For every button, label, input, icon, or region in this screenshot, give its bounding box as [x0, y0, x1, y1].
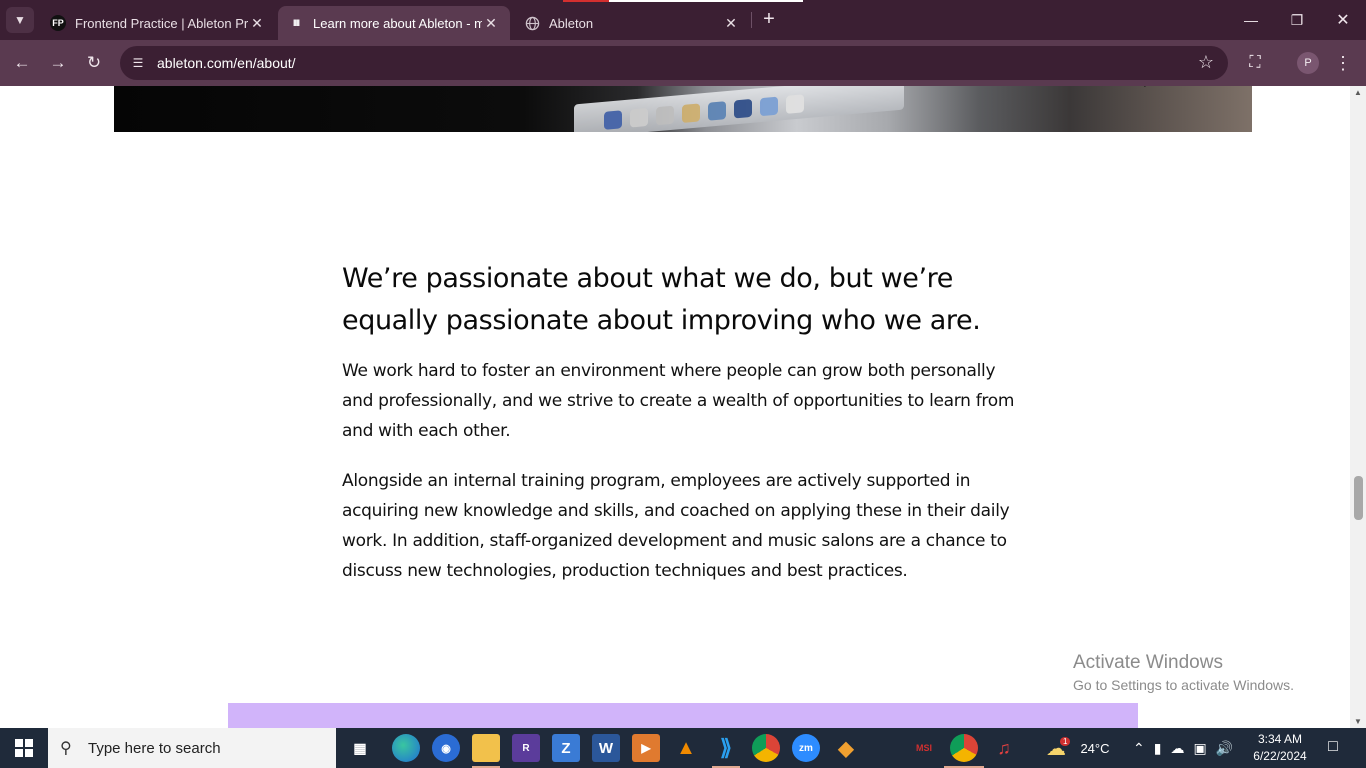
chevron-up-icon[interactable]: ⌃	[1133, 740, 1145, 757]
minimize-icon[interactable]: —	[1228, 0, 1274, 40]
tab-search-chevron-icon[interactable]: ▼	[6, 7, 34, 33]
watermark-subtitle: Go to Settings to activate Windows.	[1073, 677, 1294, 693]
address-bar[interactable]: ☰ ableton.com/en/about/ ☆	[120, 46, 1228, 80]
forward-arrow-icon[interactable]: →	[46, 51, 70, 75]
hero-image	[114, 86, 1252, 132]
git-icon[interactable]: ◆	[832, 734, 860, 762]
weather-widget[interactable]: ☁ 1 24°C	[1046, 728, 1110, 768]
media-player-icon[interactable]: ▶	[632, 734, 660, 762]
bookmark-star-icon[interactable]: ☆	[1198, 52, 1214, 73]
paragraph-training: Alongside an internal training program, …	[342, 471, 1010, 581]
back-arrow-icon[interactable]: ←	[10, 51, 34, 75]
reload-icon[interactable]: ↻	[82, 51, 106, 75]
close-window-icon[interactable]: ✕	[1320, 0, 1366, 40]
weather-temp: 24°C	[1080, 740, 1110, 756]
dock-graphic	[574, 86, 904, 132]
watermark-title: Activate Windows	[1073, 652, 1223, 673]
close-icon[interactable]: ✕	[722, 15, 740, 32]
close-icon[interactable]: ✕	[482, 15, 500, 32]
browser-toolbar: ← → ↻ ☰ ableton.com/en/about/ ☆ ⛶ P ⋮	[0, 40, 1366, 86]
app-red-mic-icon[interactable]: ♫	[990, 734, 1018, 762]
scroll-down-arrow-icon[interactable]: ▼	[1350, 717, 1366, 726]
tab-learn-more-ableton[interactable]: IIII Learn more about Ableton - ma ✕	[278, 6, 510, 40]
battery-icon[interactable]: ▮	[1154, 740, 1162, 757]
taskbar-search[interactable]: ⚲ Type here to search	[48, 728, 336, 768]
chrome-active-icon[interactable]	[950, 734, 978, 762]
tab-separator	[751, 12, 752, 28]
weather-badge: 1	[1060, 736, 1071, 746]
cable-graphic	[1124, 86, 1252, 132]
globe-icon	[524, 15, 540, 31]
windows-taskbar: ⚲ Type here to search ▦ ◉ R Z W ▶ ▲ ⟫ zm…	[0, 728, 1366, 768]
zip-icon[interactable]: Z	[552, 734, 580, 762]
notification-icon[interactable]: □	[1322, 736, 1344, 758]
browser-tab-bar: ▼ FP Frontend Practice | Ableton Pro ✕ I…	[0, 0, 1366, 40]
paragraph-growth: We work hard to foster an environment wh…	[342, 361, 1015, 441]
tab-title: Learn more about Ableton - ma	[313, 15, 482, 31]
clock-date: 6/22/2024	[1253, 749, 1307, 763]
tab-frontend-practice[interactable]: FP Frontend Practice | Ableton Pro ✕	[40, 6, 276, 40]
url-text[interactable]: ableton.com/en/about/	[157, 55, 296, 71]
about-section: We’re passionate about what we do, but w…	[342, 258, 1022, 606]
vscode-icon[interactable]: ⟫	[712, 734, 740, 762]
restore-icon[interactable]: ❐	[1274, 0, 1320, 40]
msi-icon[interactable]: MSI	[910, 734, 938, 762]
file-explorer-icon[interactable]	[472, 734, 500, 762]
purple-section-band	[228, 703, 1138, 728]
tab-title: Frontend Practice | Ableton Pro	[75, 15, 248, 31]
extensions-puzzle-icon[interactable]: ⛶	[1243, 51, 1267, 75]
scrollbar-thumb[interactable]	[1354, 476, 1363, 520]
vlc-icon[interactable]: ▲	[672, 734, 700, 762]
page-viewport: We’re passionate about what we do, but w…	[0, 86, 1350, 728]
scroll-up-arrow-icon[interactable]: ▲	[1350, 88, 1366, 97]
volume-icon[interactable]: 🔊	[1216, 740, 1233, 757]
windows-logo-icon	[15, 739, 33, 757]
app-blue-circle-icon[interactable]: ◉	[432, 734, 460, 762]
page-scrollbar[interactable]: ▲ ▼	[1350, 86, 1366, 728]
clock-time: 3:34 AM	[1257, 732, 1303, 746]
taskbar-clock[interactable]: 3:34 AM 6/22/2024	[1250, 731, 1310, 765]
chrome-icon[interactable]	[752, 734, 780, 762]
search-placeholder: Type here to search	[88, 739, 221, 757]
ableton-favicon-icon: IIII	[292, 18, 300, 28]
profile-avatar[interactable]: P	[1297, 52, 1319, 74]
winrar-icon[interactable]: R	[512, 734, 540, 762]
edge-icon[interactable]	[392, 734, 420, 762]
network-icon[interactable]: ▣	[1193, 740, 1206, 757]
browser-menu-icon[interactable]: ⋮	[1334, 51, 1352, 75]
section-heading: We’re passionate about what we do, but w…	[342, 263, 981, 336]
cloud-icon[interactable]: ☁	[1170, 740, 1184, 757]
activate-windows-watermark: Activate Windows Go to Settings to activ…	[1073, 651, 1294, 695]
tab-title: Ableton	[549, 15, 594, 31]
zoom-icon[interactable]: zm	[792, 734, 820, 762]
fp-favicon-icon: FP	[50, 15, 66, 31]
task-view-icon[interactable]: ▦	[346, 734, 374, 762]
system-tray: ⌃ ▮ ☁ ▣ 🔊	[1133, 728, 1233, 768]
search-icon: ⚲	[60, 740, 72, 757]
site-info-icon[interactable]: ☰	[129, 54, 147, 72]
loading-bar-red	[563, 0, 609, 2]
loading-bar-white	[609, 0, 803, 2]
close-icon[interactable]: ✕	[248, 15, 266, 32]
tab-ableton[interactable]: Ableton ✕	[514, 6, 750, 40]
new-tab-button[interactable]: +	[758, 8, 780, 30]
start-button[interactable]	[0, 728, 48, 768]
word-icon[interactable]: W	[592, 734, 620, 762]
